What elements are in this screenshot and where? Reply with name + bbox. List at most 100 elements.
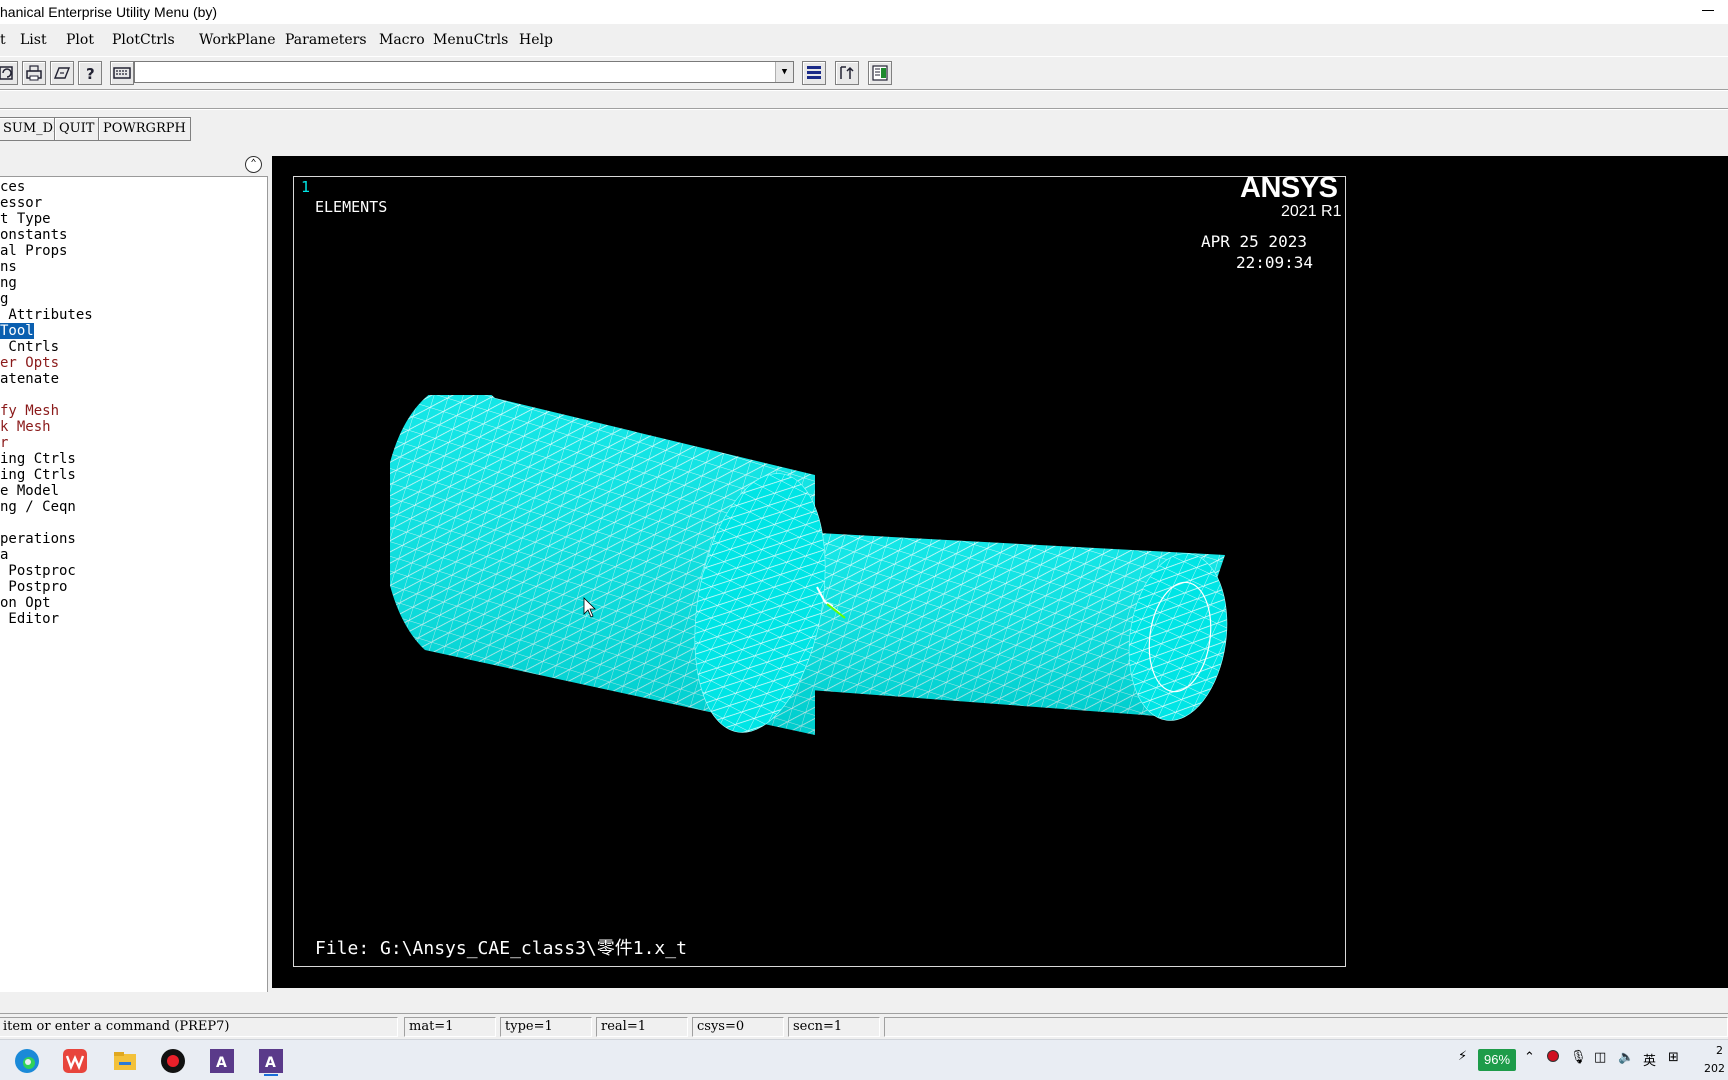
chevron-up-icon[interactable]: ⌃ — [1524, 1050, 1535, 1065]
tree-item[interactable]: Postpro — [0, 579, 262, 595]
save-db-button[interactable] — [0, 61, 18, 85]
toolbar-buttons: SUM_DB QUIT POWRGRPH — [0, 117, 1728, 143]
tree-item[interactable]: ng — [0, 275, 262, 291]
microphone-icon[interactable]: 🎙 — [1570, 1050, 1587, 1065]
save-icon — [0, 66, 13, 80]
tree-item[interactable]: r — [0, 435, 262, 451]
ansys-logo: ANSYS — [1240, 172, 1338, 204]
tree-item[interactable]: ing Ctrls — [0, 451, 262, 467]
status-mat: mat=1 — [404, 1017, 496, 1037]
main-menu-tree: ⌃ ces essor t Type onstants al Props ns … — [0, 153, 268, 992]
ime-language[interactable]: 英 — [1643, 1050, 1656, 1069]
clock-date[interactable]: 202 — [1704, 1062, 1725, 1075]
tree-item[interactable]: k Mesh — [0, 419, 262, 435]
raise-hidden-button[interactable] — [835, 61, 859, 85]
tree-item[interactable]: perations — [0, 531, 262, 547]
toggle-icon — [807, 66, 821, 79]
meshed-shaft-model[interactable] — [390, 395, 1250, 795]
window-title-bar: hanical Enterprise Utility Menu (by) — [0, 0, 1728, 24]
tree-header: ⌃ — [0, 153, 268, 177]
chevron-down-icon: ▼ — [781, 67, 788, 77]
tree-item[interactable]: t Type — [0, 211, 262, 227]
tree-item[interactable]: er Opts — [0, 355, 262, 371]
menu-plot[interactable]: Plot — [66, 32, 94, 48]
plot-label: ELEMENTS — [315, 198, 388, 216]
edge-browser-icon[interactable] — [12, 1046, 42, 1076]
menu-plotctrls[interactable]: PlotCtrls — [112, 32, 175, 48]
tree-item[interactable]: fy Mesh — [0, 403, 262, 419]
taskbar: A A ⚡ 96% ⌃ 🎙 ◫ 🔈 英 ⊞ 2 202 — [0, 1039, 1728, 1080]
wps-office-icon[interactable] — [60, 1046, 90, 1076]
volume-icon[interactable]: 🔈 — [1618, 1050, 1634, 1065]
tree-item[interactable]: ng / Ceqn — [0, 499, 262, 515]
tree-item[interactable]: e Model — [0, 483, 262, 499]
file-explorer-icon[interactable] — [110, 1046, 140, 1076]
status-csys: csys=0 — [692, 1017, 784, 1037]
ansys-app-active-icon[interactable]: A — [256, 1046, 286, 1076]
tree-item[interactable]: on Opt — [0, 595, 262, 611]
tree-item[interactable]: a — [0, 547, 262, 563]
menu-menuctrls[interactable]: MenuCtrls — [433, 32, 508, 48]
printer-icon — [26, 65, 42, 81]
ime-mode-icon[interactable]: ⊞ — [1668, 1050, 1679, 1065]
contact-manager-icon — [872, 65, 888, 81]
file-label: File: G:\Ansys_CAE_class3\零件1.x_t — [315, 938, 687, 959]
tree-item[interactable]: atenate — [0, 371, 262, 387]
tree-list: ces essor t Type onstants al Props ns ng… — [0, 179, 262, 627]
menu-bar: t List Plot PlotCtrls WorkPlane Paramete… — [0, 26, 1728, 54]
report-icon — [53, 67, 71, 79]
battery-indicator[interactable]: 96% — [1478, 1049, 1516, 1071]
reset-picking-button[interactable] — [868, 61, 892, 85]
help-button[interactable]: ? — [78, 61, 102, 85]
print-button[interactable] — [22, 61, 46, 85]
power-plug-icon[interactable]: ⚡ — [1458, 1049, 1467, 1064]
svg-text:A: A — [216, 1055, 227, 1071]
screen-recorder-icon[interactable] — [158, 1046, 188, 1076]
record-icon[interactable] — [1547, 1050, 1559, 1066]
report-button[interactable] — [50, 61, 74, 85]
toggle-button[interactable] — [802, 61, 826, 85]
menu-parameters[interactable]: Parameters — [285, 32, 367, 48]
tree-item[interactable]: Attributes — [0, 307, 262, 323]
status-prompt: item or enter a command (PREP7) — [0, 1017, 398, 1037]
tree-item[interactable]: Cntrls — [0, 339, 262, 355]
command-history-dropdown[interactable]: ▼ — [775, 62, 793, 82]
quit-button[interactable]: QUIT — [54, 117, 100, 141]
status-empty — [884, 1017, 1728, 1037]
plot-time: 22:09:34 — [1236, 253, 1314, 272]
minimize-button[interactable] — [1702, 10, 1714, 11]
tree-item[interactable]: onstants — [0, 227, 262, 243]
help-icon: ? — [86, 65, 95, 83]
command-keyboard-button[interactable] — [110, 61, 134, 85]
network-icon[interactable]: ◫ — [1594, 1050, 1606, 1065]
svg-text:A: A — [265, 1055, 276, 1071]
tree-item[interactable]: Editor — [0, 611, 262, 627]
tree-item[interactable]: ces — [0, 179, 262, 195]
powrgrph-button[interactable]: POWRGRPH — [98, 117, 191, 141]
status-real: real=1 — [596, 1017, 688, 1037]
tree-item[interactable]: essor — [0, 195, 262, 211]
tree-item[interactable]: Postproc — [0, 563, 262, 579]
version-label: 2021 R1 — [1281, 203, 1342, 220]
tree-item — [0, 515, 262, 531]
window-title: hanical Enterprise Utility Menu (by) — [0, 4, 218, 20]
clock-time[interactable]: 2 — [1716, 1044, 1723, 1057]
command-input[interactable] — [137, 63, 767, 81]
tree-item[interactable]: al Props — [0, 243, 262, 259]
tree-item[interactable]: ns — [0, 259, 262, 275]
menu-list[interactable]: List — [20, 32, 47, 48]
command-prompt[interactable]: ▼ — [134, 61, 794, 83]
tree-item — [0, 387, 262, 403]
collapse-icon[interactable]: ⌃ — [245, 156, 262, 173]
ansys-app-icon[interactable]: A — [207, 1046, 237, 1076]
tree-item[interactable]: g — [0, 291, 262, 307]
menu-macro[interactable]: Macro — [379, 32, 425, 48]
menu-workplane[interactable]: WorkPlane — [199, 32, 276, 48]
tree-item-selected[interactable]: Tool — [0, 323, 262, 339]
menu-select[interactable]: t — [0, 32, 6, 48]
separator — [0, 89, 1728, 91]
tree-item[interactable]: ing Ctrls — [0, 467, 262, 483]
separator — [0, 108, 1728, 110]
plot-date: APR 25 2023 — [1201, 232, 1307, 251]
menu-help[interactable]: Help — [519, 32, 553, 48]
